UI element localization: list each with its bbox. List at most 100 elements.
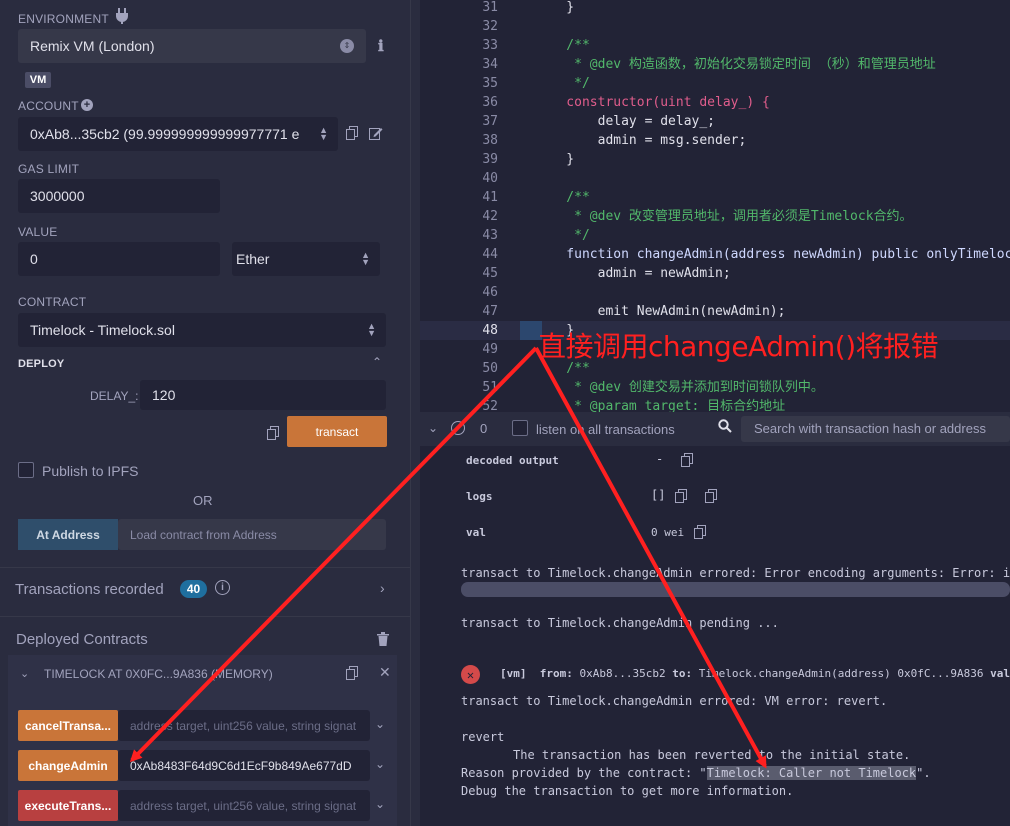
code-line: /** xyxy=(535,38,590,53)
line-number: 42 xyxy=(482,209,498,224)
deployed-contracts-label: Deployed Contracts xyxy=(16,631,148,648)
error-icon: ✕ xyxy=(461,665,480,684)
line-number: 37 xyxy=(482,114,498,129)
function-input-execute-transaction[interactable]: address target, uint256 value, string si… xyxy=(118,790,370,821)
deploy-run-panel: ENVIRONMENT Remix VM (London) ⇕ ℹ VM ACC… xyxy=(0,0,410,826)
copy-icon[interactable] xyxy=(675,489,687,506)
select-arrows-icon: ▲ ▼ xyxy=(367,321,376,338)
terminal-line: transact to Timelock.changeAdmin pending… xyxy=(461,616,779,630)
info-icon[interactable]: i xyxy=(215,580,230,595)
transactions-count-badge: 40 xyxy=(180,580,207,598)
line-number: 45 xyxy=(482,266,498,281)
code-line: function changeAdmin(address newAdmin) p… xyxy=(535,247,1010,262)
info-icon[interactable]: ℹ xyxy=(378,37,384,55)
gas-limit-label: GAS LIMIT xyxy=(18,162,80,176)
line-number: 52 xyxy=(482,399,498,412)
value-label: value: xyxy=(990,667,1010,680)
chevron-up-icon[interactable]: ⌃ xyxy=(372,355,382,369)
code-line: * @dev 创建交易并添加到时间锁队列中。 xyxy=(535,380,824,395)
code-line: } xyxy=(535,152,575,167)
decoded-output-label: decoded output xyxy=(466,454,559,467)
environment-select[interactable]: Remix VM (London) ⇕ xyxy=(18,29,366,63)
select-arrows-icon: ⇕ xyxy=(340,39,354,53)
select-arrows-icon: ▲ ▼ xyxy=(319,125,328,142)
line-number: 49 xyxy=(482,342,498,357)
listen-label: listen on all transactions xyxy=(536,422,675,437)
chevron-down-icon[interactable]: ⌄ xyxy=(20,667,29,680)
close-icon[interactable]: ✕ xyxy=(379,664,391,681)
environment-value: Remix VM (London) xyxy=(30,38,155,54)
value-unit: Ether xyxy=(236,251,270,267)
code-line: */ xyxy=(535,76,590,91)
code-line: * @param target: 目标合约地址 xyxy=(535,399,786,412)
contract-select[interactable]: Timelock - Timelock.sol ▲ ▼ xyxy=(18,313,386,347)
code-line: constructor(uint delay_) { xyxy=(535,95,770,110)
transactions-recorded-label: Transactions recorded xyxy=(15,581,164,598)
function-button-execute-transaction[interactable]: executeTrans... xyxy=(18,790,118,821)
function-button-cancel-transaction[interactable]: cancelTransa... xyxy=(18,710,118,741)
trash-icon[interactable] xyxy=(377,632,389,649)
function-input-cancel-transaction[interactable]: address target, uint256 value, string si… xyxy=(118,710,370,741)
line-number: 51 xyxy=(482,380,498,395)
code-line: * @dev 改变管理员地址，调用者必须是Timelock合约。 xyxy=(535,209,913,224)
transaction-search-input[interactable]: Search with transaction hash or address xyxy=(741,416,1010,442)
listen-checkbox[interactable] xyxy=(512,420,528,436)
val-label: val xyxy=(466,526,486,539)
copy-icon[interactable] xyxy=(267,426,279,443)
chevron-down-icon[interactable]: ⌄ xyxy=(375,717,385,731)
clear-console-icon[interactable] xyxy=(451,421,465,435)
function-input-change-admin[interactable]: 0xAb8483F64d9C6d1EcF9b849Ae677dD xyxy=(118,750,370,781)
debug-hint: Debug the transaction to get more inform… xyxy=(461,784,794,798)
copy-icon[interactable] xyxy=(681,453,693,470)
reason-text: Timelock: Caller not Timelock xyxy=(706,766,917,780)
panel-scrollbar[interactable] xyxy=(410,0,420,826)
line-number: 46 xyxy=(482,285,498,300)
contract-label: CONTRACT xyxy=(18,295,87,309)
logs-label: logs xyxy=(466,490,493,503)
value-unit-select[interactable]: Ether ▲ ▼ xyxy=(232,242,380,276)
line-number: 36 xyxy=(482,95,498,110)
code-line: */ xyxy=(535,228,590,243)
publish-ipfs-checkbox[interactable] xyxy=(18,462,34,478)
gas-limit-input[interactable]: 3000000 xyxy=(18,179,220,213)
value-label: VALUE xyxy=(18,225,58,239)
code-line: /** xyxy=(535,190,590,205)
add-account-icon[interactable]: + xyxy=(81,99,93,111)
line-number: 44 xyxy=(482,247,498,262)
copy-icon[interactable] xyxy=(346,666,358,685)
plug-icon xyxy=(115,8,129,28)
chevron-double-down-icon[interactable]: ⌄ xyxy=(428,421,438,435)
value-input[interactable]: 0 xyxy=(18,242,220,276)
delay-param-label: DELAY_: xyxy=(90,389,139,403)
horizontal-scrollbar[interactable] xyxy=(461,582,1010,597)
line-number: 34 xyxy=(482,57,498,72)
chevron-down-icon[interactable]: ⌄ xyxy=(375,757,385,771)
annotation-text: 直接调用changeAdmin()将报错 xyxy=(538,330,939,363)
deploy-transact-button[interactable]: transact xyxy=(287,416,387,447)
delay-param-input[interactable]: 120 xyxy=(140,380,386,410)
terminal-line: transact to Timelock.changeAdmin errored… xyxy=(461,694,888,708)
code-line: emit NewAdmin(newAdmin); xyxy=(535,304,786,319)
copy-icon[interactable] xyxy=(346,126,358,143)
from-label: from: xyxy=(539,667,573,680)
val-value: 0 wei xyxy=(651,526,685,539)
account-select[interactable]: 0xAb8...35cb2 (99.999999999999977771 e ▲… xyxy=(18,117,338,151)
copy-icon[interactable] xyxy=(705,489,717,506)
divider xyxy=(0,567,410,568)
line-number: 43 xyxy=(482,228,498,243)
chevron-right-icon[interactable]: › xyxy=(380,580,385,596)
transaction-summary[interactable]: [vm] from: 0xAb8...35cb2 to: Timelock.ch… xyxy=(500,667,1010,680)
function-button-change-admin[interactable]: changeAdmin xyxy=(18,750,118,781)
reason-suffix: ". xyxy=(916,766,931,780)
deploy-label: DEPLOY xyxy=(18,358,65,370)
chevron-down-icon[interactable]: ⌄ xyxy=(375,797,385,811)
line-number: 39 xyxy=(482,152,498,167)
terminal-line: transact to Timelock.changeAdmin errored… xyxy=(461,566,1010,580)
edit-icon[interactable] xyxy=(369,126,383,143)
code-line: } xyxy=(535,0,575,15)
reason-prefix: Reason provided by the contract: " xyxy=(461,766,707,780)
copy-icon[interactable] xyxy=(694,525,706,542)
line-number: 47 xyxy=(482,304,498,319)
at-address-button[interactable]: At Address xyxy=(18,519,118,550)
at-address-input[interactable]: Load contract from Address xyxy=(118,519,386,550)
